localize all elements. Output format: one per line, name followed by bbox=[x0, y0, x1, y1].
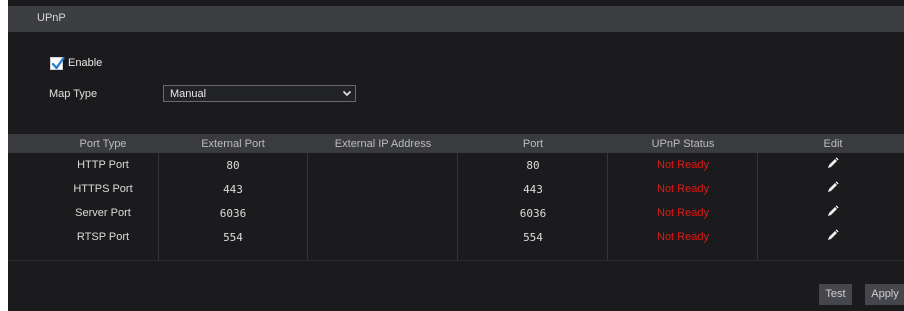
header-upnp-status: UPnP Status bbox=[651, 138, 715, 150]
edit-icon[interactable] bbox=[758, 229, 904, 244]
map-type-value: Manual bbox=[170, 88, 207, 100]
title-bar: UPnP bbox=[8, 6, 904, 32]
upnp-panel: UPnP Enable Map Type Manual Port Type Ex… bbox=[8, 0, 904, 311]
upnp-status-cell: Not Ready bbox=[657, 159, 709, 171]
edit-icon[interactable] bbox=[758, 181, 904, 196]
port-cell: 554 bbox=[523, 231, 543, 244]
port-type-cell: HTTPS Port bbox=[73, 183, 133, 195]
enable-row: Enable bbox=[50, 55, 102, 71]
test-button[interactable]: Test bbox=[819, 284, 852, 305]
enable-label: Enable bbox=[68, 57, 103, 69]
table-row: HTTPS Port 443 443 Not Ready bbox=[8, 177, 904, 201]
map-type-select[interactable]: Manual bbox=[163, 85, 356, 102]
enable-checkbox[interactable] bbox=[50, 56, 65, 70]
table-row: RTSP Port 554 554 Not Ready bbox=[8, 225, 904, 249]
external-port-cell: 443 bbox=[223, 183, 243, 196]
table-header: Port Type External Port External IP Addr… bbox=[8, 134, 904, 153]
divider bbox=[8, 260, 904, 261]
panel-title: UPnP bbox=[37, 12, 66, 24]
header-edit: Edit bbox=[823, 138, 843, 150]
port-cell: 6036 bbox=[519, 207, 547, 220]
chevron-down-icon bbox=[342, 90, 352, 97]
external-port-cell: 554 bbox=[223, 231, 243, 244]
header-external-port: External Port bbox=[201, 138, 265, 150]
port-type-cell: RTSP Port bbox=[76, 231, 130, 243]
edit-icon[interactable] bbox=[758, 157, 904, 172]
table-body: HTTP Port 80 80 Not Ready HTTPS Port 443… bbox=[8, 153, 904, 261]
external-port-cell: 80 bbox=[226, 159, 240, 172]
port-type-cell: Server Port bbox=[75, 207, 131, 219]
edit-icon[interactable] bbox=[758, 205, 904, 220]
upnp-status-cell: Not Ready bbox=[657, 231, 709, 243]
port-cell: 443 bbox=[523, 183, 543, 196]
table-row: HTTP Port 80 80 Not Ready bbox=[8, 153, 904, 177]
header-port: Port bbox=[522, 138, 544, 150]
port-cell: 80 bbox=[526, 159, 540, 172]
header-external-ip: External IP Address bbox=[334, 138, 432, 150]
checkmark-icon bbox=[51, 56, 65, 69]
port-table: Port Type External Port External IP Addr… bbox=[8, 134, 904, 261]
header-port-type: Port Type bbox=[79, 138, 127, 150]
apply-button[interactable]: Apply bbox=[865, 284, 904, 305]
external-port-cell: 6036 bbox=[219, 207, 247, 220]
table-row: Server Port 6036 6036 Not Ready bbox=[8, 201, 904, 225]
upnp-status-cell: Not Ready bbox=[657, 207, 709, 219]
port-type-cell: HTTP Port bbox=[77, 159, 129, 171]
upnp-status-cell: Not Ready bbox=[657, 183, 709, 195]
map-type-label: Map Type bbox=[49, 88, 98, 100]
